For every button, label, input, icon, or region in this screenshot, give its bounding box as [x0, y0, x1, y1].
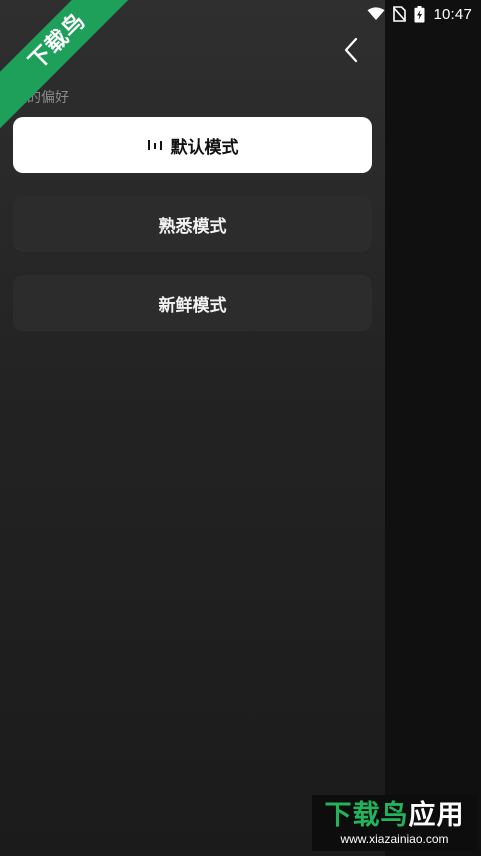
mode-option-label: 熟悉模式: [158, 216, 227, 237]
wifi-icon: [367, 7, 385, 21]
watermark-banner-brand: 下载鸟: [324, 800, 409, 831]
mode-option-label: 默认模式: [170, 137, 239, 158]
watermark-banner-suffix: 应用: [408, 800, 465, 831]
back-button[interactable]: [337, 34, 365, 66]
section-label: 我的偏好: [13, 90, 69, 106]
battery-charging-icon: [414, 5, 425, 23]
watermark-banner-url: www.xiazainiao.com: [340, 832, 449, 846]
mode-option-familiar[interactable]: 熟悉模式: [13, 196, 372, 252]
status-bar: 10:47: [367, 0, 481, 28]
playing-indicator-icon: [147, 138, 163, 152]
mode-list: 默认模式 熟悉模式 新鲜模式: [13, 117, 372, 354]
status-time: 10:47: [433, 5, 472, 23]
watermark-banner: 下载鸟应用 www.xiazainiao.com: [312, 795, 477, 851]
no-sim-icon: [393, 6, 407, 22]
mode-option-default[interactable]: 默认模式: [13, 117, 372, 173]
watermark-banner-title: 下载鸟应用: [312, 801, 477, 831]
preference-drawer: 我的偏好 默认模式 熟悉模式 新鲜模式: [0, 0, 385, 856]
mode-option-fresh[interactable]: 新鲜模式: [13, 275, 372, 331]
mode-option-label: 新鲜模式: [158, 295, 227, 316]
chevron-left-icon: [344, 37, 358, 63]
